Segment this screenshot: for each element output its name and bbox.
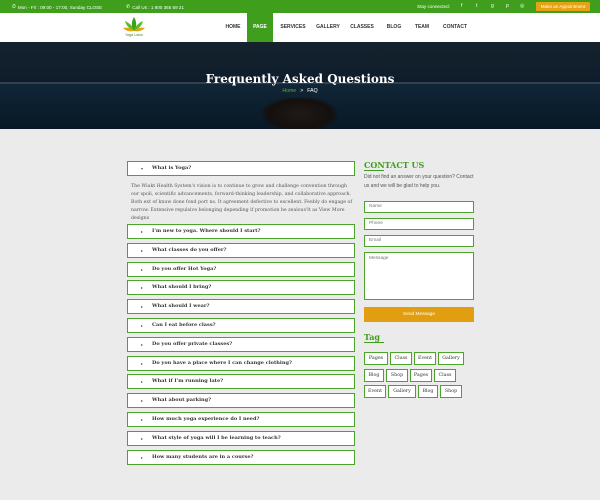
faq-question: What should I wear? — [152, 303, 210, 310]
nav-services[interactable]: SERVICES — [276, 13, 310, 42]
contact-heading: CONTACT US — [364, 160, 425, 170]
faq-question: What classes do you offer? — [152, 246, 227, 253]
faq-question: What should I bring? — [152, 284, 212, 291]
tag-link[interactable]: Event — [414, 352, 436, 365]
faq-item[interactable]: ▸ What classes do you offer? — [127, 242, 355, 258]
phone-info: ✆ Call Us : 1 800 365 59 21 — [126, 4, 184, 10]
faq-question: What about parking? — [152, 397, 212, 404]
nav-contact[interactable]: CONTACT — [438, 13, 472, 42]
faq-question: Do you offer private classes? — [152, 340, 233, 347]
chevron-down-icon: ▾ — [141, 166, 144, 171]
page-title: Frequently Asked Questions — [205, 72, 395, 86]
chevron-right-icon: ▸ — [141, 398, 144, 404]
appointment-button[interactable]: Make an Appointment — [536, 2, 590, 11]
faq-question: Can I eat before class? — [152, 322, 216, 328]
hours-info: ⏱ Mon - Fri : 09:00 - 17:00, Sunday CLOS… — [12, 4, 102, 10]
chevron-right-icon: ▸ — [141, 229, 144, 234]
faq-item[interactable]: ▸ I'm new to yoga. Where should I start? — [127, 224, 355, 239]
top-bar: ⏱ Mon - Fri : 09:00 - 17:00, Sunday CLOS… — [0, 0, 600, 13]
instagram-icon[interactable]: ◎ — [520, 3, 524, 9]
faq-question: What is Yoga? — [152, 165, 192, 171]
chevron-right-icon: ▸ — [141, 360, 144, 366]
chevron-right-icon: ▸ — [141, 379, 144, 385]
chevron-right-icon: ▸ — [141, 304, 144, 310]
faq-item[interactable]: ▸ Can I eat before class? — [127, 318, 355, 333]
facebook-icon[interactable]: f — [461, 3, 462, 9]
logo-text: Yoga Lotus — [125, 33, 143, 37]
faq-question: What style of yoga will I be learning to… — [152, 434, 281, 441]
tag-link[interactable]: Blog — [364, 369, 384, 382]
phone-field[interactable]: Phone — [364, 218, 474, 230]
faq-item[interactable]: ▸ What about parking? — [127, 393, 355, 409]
chevron-right-icon: ▸ — [141, 417, 144, 422]
nav-team[interactable]: TEAM — [410, 13, 434, 42]
tag-link[interactable]: Gallery — [438, 352, 464, 365]
tag-heading-underline — [364, 342, 384, 343]
pinterest-icon[interactable]: p — [506, 3, 509, 9]
chevron-right-icon: ▸ — [141, 435, 144, 441]
faq-question: Do you offer Hot Yoga? — [152, 265, 217, 272]
breadcrumb-current: FAQ — [307, 88, 318, 94]
contact-heading-underline — [364, 170, 384, 171]
faq-item-open[interactable]: ▾ What is Yoga? — [127, 161, 355, 176]
contact-description: Did not find an answer on your question?… — [364, 174, 474, 189]
nav-blog[interactable]: BLOG — [382, 13, 406, 42]
nav-gallery[interactable]: GALLERY — [313, 13, 343, 42]
twitter-icon[interactable]: t — [476, 3, 477, 9]
chevron-right-icon: ▸ — [141, 454, 144, 460]
faq-item[interactable]: ▸ Do you offer Hot Yoga? — [127, 261, 355, 277]
faq-item[interactable]: ▸ What style of yoga will I be learning t… — [127, 430, 355, 446]
site-header: Yoga Lotus HOME PAGE SERVICES GALLERY CL… — [0, 13, 600, 42]
faq-item[interactable]: ▸ Do you offer private classes? — [127, 336, 355, 352]
nav-classes[interactable]: CLASSES — [347, 13, 377, 42]
faq-answer: The Wiakt Health System's vision is to c… — [131, 184, 353, 221]
google-plus-icon[interactable]: g — [491, 3, 494, 9]
breadcrumb: Home > FAQ — [0, 88, 600, 94]
tag-link[interactable]: Event — [364, 385, 386, 398]
chevron-right-icon: ▸ — [141, 341, 144, 347]
stay-connected-label: Stay connected: — [417, 4, 450, 9]
chevron-right-icon: ▸ — [141, 323, 144, 328]
nav-home[interactable]: HOME — [220, 13, 246, 42]
faq-question: How much yoga experience do I need? — [152, 416, 260, 422]
faq-item[interactable]: ▸ Do you have a place where I can change … — [127, 355, 355, 371]
chevron-right-icon: ▸ — [141, 247, 144, 253]
faq-item[interactable]: ▸ What should I wear? — [127, 299, 355, 315]
clock-icon: ⏱ — [12, 4, 16, 10]
tag-link[interactable]: Class — [434, 369, 456, 382]
phone-icon: ✆ — [126, 4, 131, 10]
name-field[interactable]: Name — [364, 201, 474, 213]
chevron-right-icon: ▸ — [141, 285, 144, 291]
faq-item[interactable]: ▸ How many students are in a course? — [127, 449, 355, 465]
tag-link[interactable]: Shop — [386, 369, 408, 382]
breadcrumb-separator: > — [300, 88, 304, 94]
faq-item[interactable]: ▸ What if I'm running late? — [127, 374, 355, 390]
tag-link[interactable]: Class — [390, 352, 412, 365]
email-field[interactable]: Email — [364, 235, 474, 247]
tag-link[interactable]: Blog — [418, 385, 438, 398]
faq-question: Do you have a place where I can change c… — [152, 359, 292, 366]
hours-text: Mon - Fri : 09:00 - 17:00, Sunday CLOSE — [17, 4, 103, 10]
message-field[interactable]: Message — [364, 252, 474, 300]
nav-page[interactable]: PAGE — [247, 13, 273, 42]
faq-question: What if I'm running late? — [152, 378, 224, 385]
tag-link[interactable]: Pages — [364, 352, 388, 365]
breadcrumb-home-link[interactable]: Home — [282, 88, 296, 94]
faq-question: I'm new to yoga. Where should I start? — [152, 228, 261, 234]
tag-heading: Tag — [364, 332, 380, 342]
faq-item[interactable]: ▸ How much yoga experience do I need? — [127, 412, 355, 427]
faq-question: How many students are in a course? — [152, 453, 254, 460]
faq-item[interactable]: ▸ What should I bring? — [127, 280, 355, 296]
tag-link[interactable]: Gallery — [388, 385, 416, 398]
send-message-button[interactable]: Send Message — [364, 307, 474, 322]
phone-text: Call Us : 1 800 365 59 21 — [132, 4, 185, 10]
chevron-right-icon: ▸ — [141, 266, 144, 272]
tag-link[interactable]: Shop — [440, 385, 462, 398]
tag-link[interactable]: Pages — [410, 369, 432, 382]
